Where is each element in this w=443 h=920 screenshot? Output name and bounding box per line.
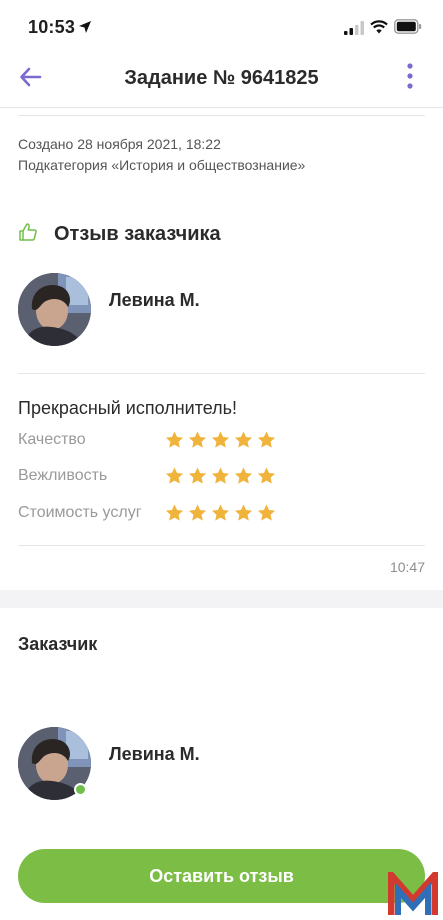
section-separator [0, 590, 443, 608]
review-time: 10:47 [389, 559, 425, 575]
rating-stars-politeness [164, 466, 279, 486]
star-icon [165, 467, 184, 484]
star-icon [234, 467, 253, 484]
star-icon [257, 504, 276, 521]
star-icon [234, 504, 253, 521]
rating-label-price: Стоимость услуг [18, 504, 142, 521]
star-icon [257, 467, 276, 484]
star-icon [257, 431, 276, 448]
star-icon [165, 504, 184, 521]
avatar[interactable] [18, 273, 91, 346]
rating-label-politeness: Вежливость [18, 467, 108, 484]
divider [18, 115, 425, 116]
brand-logo-icon [388, 872, 438, 915]
cellular-signal-icon [344, 21, 364, 35]
review-heading: Отзыв заказчика [54, 223, 221, 245]
star-icon [211, 504, 230, 521]
review-author-name[interactable]: Левина М. [109, 290, 200, 311]
star-icon [234, 431, 253, 448]
leave-review-button[interactable]: Оставить отзыв [18, 849, 425, 903]
nav-bar: Задание № 9641825 [0, 52, 443, 108]
star-icon [165, 431, 184, 448]
created-date: Создано 28 ноября 2021, 18:22 [18, 136, 221, 152]
divider [18, 373, 425, 374]
avatar-photo [18, 273, 91, 346]
star-icon [211, 467, 230, 484]
more-vertical-icon[interactable] [402, 62, 418, 90]
subcategory: Подкатегория «История и обществознание» [18, 157, 306, 173]
location-arrow-icon [79, 21, 91, 33]
page-title: Задание № 9641825 [124, 67, 319, 89]
rating-stars-quality [164, 430, 279, 450]
online-status-dot [74, 783, 87, 796]
thumbs-up-icon [19, 223, 37, 241]
star-icon [188, 467, 207, 484]
customer-heading: Заказчик [18, 634, 98, 654]
status-bar: 10:53 [0, 0, 443, 52]
customer-avatar[interactable] [18, 727, 91, 800]
review-text: Прекрасный исполнитель! [18, 398, 238, 418]
star-icon [211, 431, 230, 448]
customer-name[interactable]: Левина М. [109, 744, 200, 765]
star-icon [188, 431, 207, 448]
divider [18, 545, 425, 546]
star-icon [188, 504, 207, 521]
rating-label-quality: Качество [18, 431, 86, 448]
wifi-icon [370, 20, 388, 34]
battery-icon [394, 19, 422, 34]
rating-stars-price [164, 503, 279, 523]
status-time: 10:53 [28, 17, 76, 37]
